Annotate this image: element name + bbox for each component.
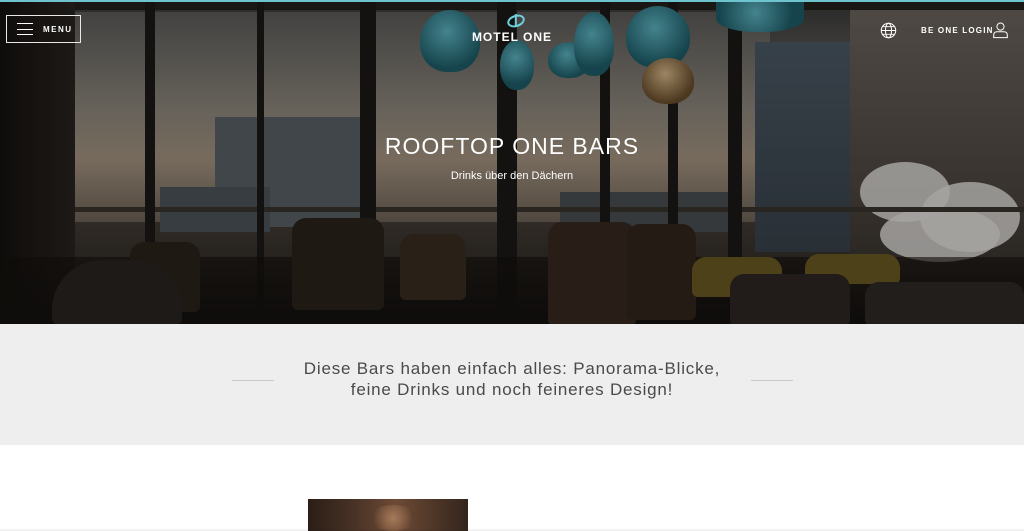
intro-text-line: Diese Bars haben einfach alles: Panorama… — [303, 359, 721, 378]
page-title: ROOFTOP ONE BARS — [384, 133, 640, 159]
motel-one-logo[interactable]: MOTEL ONE — [466, 12, 558, 46]
divider-line — [232, 380, 274, 381]
teaser-image[interactable] — [308, 499, 468, 531]
divider-line — [751, 380, 793, 381]
hero-banner: MENU MOTEL ONE BE ONE LOGIN ROOFTOP ONE … — [0, 0, 1024, 324]
user-icon[interactable] — [992, 21, 1009, 39]
page-subtitle: Drinks über den Dächern — [450, 170, 574, 182]
hamburger-icon — [17, 23, 33, 35]
content-section — [0, 445, 1024, 531]
logo-text: MOTEL ONE — [471, 30, 553, 44]
be-one-login-link[interactable]: BE ONE LOGIN — [921, 26, 994, 35]
globe-icon[interactable] — [880, 22, 897, 39]
hero-overlay — [0, 2, 1024, 324]
intro-section: Diese Bars haben einfach alles: Panorama… — [0, 324, 1024, 445]
menu-label: MENU — [43, 24, 73, 34]
intro-text: Diese Bars haben einfach alles: Panorama… — [280, 358, 744, 400]
menu-button[interactable]: MENU — [6, 15, 81, 43]
intro-text-line: feine Drinks und noch feineres Design! — [350, 380, 674, 399]
logo-mark-icon — [505, 12, 527, 30]
